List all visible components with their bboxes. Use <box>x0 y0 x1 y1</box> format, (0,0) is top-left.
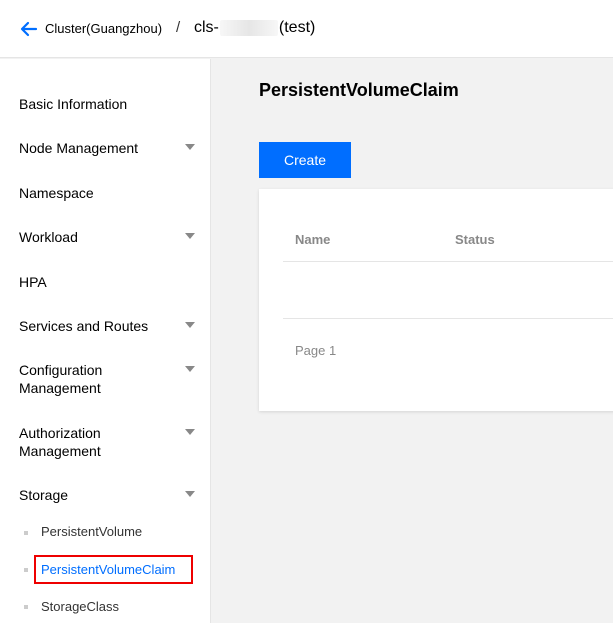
column-header-name[interactable]: Name <box>295 232 330 247</box>
sidebar-item-basic-information[interactable]: Basic Information <box>19 95 195 113</box>
page-title: PersistentVolumeClaim <box>259 80 459 100</box>
chevron-down-icon <box>185 366 195 372</box>
chevron-down-icon <box>185 322 195 328</box>
create-button[interactable]: Create <box>259 142 351 178</box>
sidebar: Basic Information Node Management Namesp… <box>0 59 211 623</box>
sidebar-item-label: HPA <box>19 274 47 290</box>
sidebar-item-namespace[interactable]: Namespace <box>19 184 195 202</box>
sidebar-item-label: Node Management <box>19 140 139 156</box>
breadcrumb-cluster-link[interactable]: Cluster(Guangzhou) <box>45 21 162 36</box>
cluster-id: cls- (test) <box>194 19 315 37</box>
pvc-table-panel: Name Status Page 1 <box>259 189 613 411</box>
sidebar-item-label: Services and Routes <box>19 318 149 334</box>
chevron-down-icon <box>185 429 195 435</box>
masked-cluster-id <box>219 20 278 36</box>
sidebar-item-storage[interactable]: Storage <box>19 486 195 504</box>
sidebar-item-configuration-management[interactable]: Configuration Management <box>19 361 195 397</box>
sidebar-item-services-and-routes[interactable]: Services and Routes <box>19 317 195 335</box>
bullet-icon <box>24 568 28 572</box>
cluster-id-suffix: (test) <box>278 19 316 36</box>
sidebar-item-label: Configuration Management <box>19 362 103 396</box>
header-divider <box>283 261 613 262</box>
bullet-icon <box>24 531 28 535</box>
sidebar-subitem-storageclass[interactable]: StorageClass <box>41 598 119 616</box>
sidebar-item-label: Storage <box>19 487 69 503</box>
sidebar-subitem-label: PersistentVolume <box>41 524 143 539</box>
chevron-down-icon <box>185 144 195 150</box>
sidebar-item-label: Authorization Management <box>19 425 101 459</box>
arrow-left-icon[interactable] <box>20 20 38 38</box>
sidebar-subitem-persistentvolume[interactable]: PersistentVolume <box>41 523 142 541</box>
chevron-down-icon <box>185 233 195 239</box>
sidebar-item-label: Namespace <box>19 185 94 201</box>
top-header: Cluster(Guangzhou) / cls- (test) <box>0 0 613 58</box>
breadcrumb-separator: / <box>176 19 181 36</box>
bullet-icon <box>24 605 28 609</box>
column-header-status[interactable]: Status <box>455 232 495 247</box>
sidebar-subitem-label: StorageClass <box>41 599 120 614</box>
sidebar-item-hpa[interactable]: HPA <box>19 273 195 291</box>
footer-divider <box>283 318 613 319</box>
sidebar-item-label: Basic Information <box>19 96 128 112</box>
cluster-id-prefix: cls- <box>194 19 219 36</box>
pagination-text: Page 1 <box>295 343 337 358</box>
chevron-down-icon <box>185 491 195 497</box>
sidebar-item-workload[interactable]: Workload <box>19 228 195 246</box>
highlight-box <box>34 555 193 584</box>
sidebar-item-node-management[interactable]: Node Management <box>19 139 195 157</box>
sidebar-item-label: Workload <box>19 229 78 245</box>
sidebar-item-authorization-management[interactable]: Authorization Management <box>19 424 195 460</box>
